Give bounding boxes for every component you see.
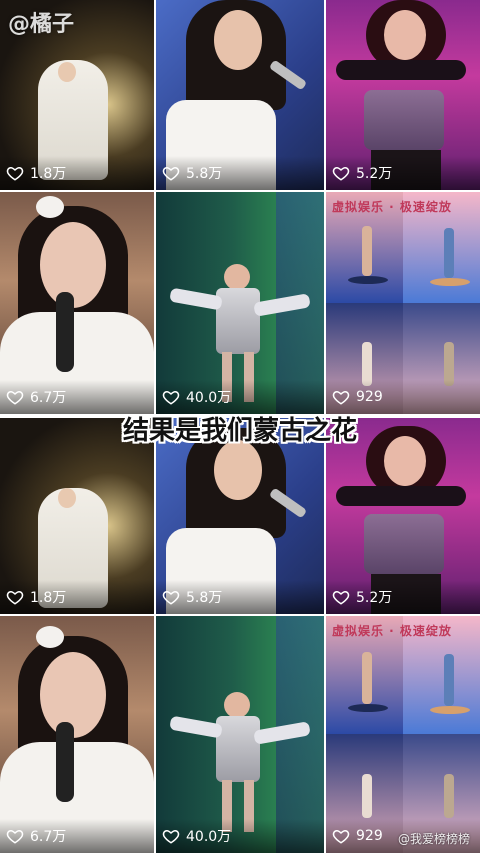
video-tile[interactable]: @橘子 1.8万 — [0, 0, 154, 190]
heart-icon — [162, 829, 180, 844]
like-count-text: 40.0万 — [186, 829, 232, 845]
heart-icon — [162, 590, 180, 605]
like-count: 5.8万 — [156, 580, 324, 614]
heart-icon — [6, 590, 24, 605]
like-count: 40.0万 — [156, 380, 324, 414]
heart-icon — [6, 829, 24, 844]
like-count-text: 40.0万 — [186, 390, 232, 406]
video-tile[interactable]: 40.0万 — [156, 192, 324, 414]
video-tile[interactable]: 5.2万 — [326, 0, 480, 190]
video-tile[interactable]: 40.0万 — [156, 616, 324, 853]
like-count: 5.8万 — [156, 156, 324, 190]
like-count-text: 5.2万 — [356, 166, 393, 182]
heart-icon — [332, 829, 350, 844]
like-count: 6.7万 — [0, 819, 154, 853]
like-count: 1.8万 — [0, 580, 154, 614]
heart-icon — [332, 390, 350, 405]
heart-icon — [162, 166, 180, 181]
heart-icon — [332, 166, 350, 181]
like-count-text: 5.8万 — [186, 590, 223, 606]
video-tile[interactable]: 5.8万 — [156, 0, 324, 190]
like-count-text: 5.8万 — [186, 166, 223, 182]
heart-icon — [6, 390, 24, 405]
like-count-text: 1.8万 — [30, 590, 67, 606]
heart-icon — [332, 590, 350, 605]
like-count-text: 6.7万 — [30, 390, 67, 406]
video-tile[interactable]: 6.7万 — [0, 192, 154, 414]
video-tile[interactable]: 5.8万 — [156, 418, 324, 614]
like-count-text: 1.8万 — [30, 166, 67, 182]
video-tile[interactable]: 5.2万 — [326, 418, 480, 614]
heart-icon — [162, 390, 180, 405]
like-count: 929 — [326, 380, 480, 414]
poster-title: 虚拟娱乐 · 极速绽放 — [332, 624, 452, 638]
like-count: 5.2万 — [326, 580, 480, 614]
video-grid: @橘子 1.8万 5.8万 5.2万 6.7万 40.0万 虚拟娱乐 · 极速绽… — [0, 0, 480, 853]
like-count: 6.7万 — [0, 380, 154, 414]
video-tile[interactable]: 虚拟娱乐 · 极速绽放 929 — [326, 192, 480, 414]
caption-overlay: 结果是我们蒙古之花 — [122, 416, 357, 446]
like-count-text: 929 — [356, 828, 383, 844]
heart-icon — [6, 166, 24, 181]
watermark-bottom: @我爱榜榜榜 — [397, 832, 470, 846]
like-count: 5.2万 — [326, 156, 480, 190]
like-count: 1.8万 — [0, 156, 154, 190]
video-tile[interactable]: 虚拟娱乐 · 极速绽放 929 — [326, 616, 480, 853]
like-count-text: 5.2万 — [356, 590, 393, 606]
video-tile[interactable]: 6.7万 — [0, 616, 154, 853]
like-count: 40.0万 — [156, 819, 324, 853]
video-tile[interactable]: 1.8万 — [0, 418, 154, 614]
watermark-top: @橘子 — [8, 12, 75, 37]
poster-title: 虚拟娱乐 · 极速绽放 — [332, 200, 452, 214]
like-count-text: 6.7万 — [30, 829, 67, 845]
like-count-text: 929 — [356, 389, 383, 405]
